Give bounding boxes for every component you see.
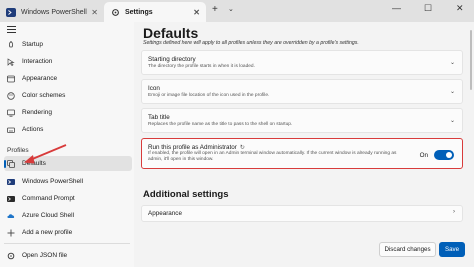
hamburger-menu-icon[interactable] — [7, 26, 16, 35]
powershell-icon — [7, 178, 15, 186]
sidebar-item-actions[interactable]: Actions — [4, 122, 132, 137]
sidebar-item-label: Rendering — [22, 109, 52, 116]
sidebar: Startup Interaction Appearance Color sch… — [0, 22, 134, 267]
sidebar-item-label: Color schemes — [22, 92, 66, 99]
sidebar-item-command-prompt[interactable]: Command Prompt — [4, 191, 132, 206]
sidebar-item-label: Actions — [22, 126, 44, 133]
sidebar-item-label: Add a new profile — [22, 229, 73, 236]
sidebar-item-windows-powershell[interactable]: Windows PowerShell — [4, 174, 132, 189]
sidebar-item-label: Appearance — [22, 75, 58, 82]
tab-label: Settings — [125, 8, 153, 16]
sidebar-item-label: Startup — [22, 41, 43, 48]
setting-starting-directory[interactable]: Starting directory The directory the pro… — [141, 50, 463, 75]
sidebar-item-color-schemes[interactable]: Color schemes — [4, 88, 132, 103]
chevron-down-icon[interactable]: ⌄ — [228, 5, 234, 13]
maximize-button[interactable]: ☐ — [424, 3, 432, 14]
open-json-file-button[interactable]: Open JSON file — [4, 248, 132, 263]
sidebar-item-label: Interaction — [22, 58, 53, 65]
sidebar-item-rendering[interactable]: Rendering — [4, 105, 132, 120]
palette-icon — [7, 75, 15, 83]
tab-settings[interactable]: Settings ✕ — [104, 2, 206, 22]
layers-icon — [7, 159, 15, 168]
sidebar-item-appearance[interactable]: Appearance — [4, 71, 132, 86]
setting-description: Emoji or image file location of the icon… — [148, 93, 270, 98]
sidebar-item-defaults[interactable]: Defaults — [4, 156, 132, 171]
window-close-button[interactable]: ✕ — [456, 3, 464, 14]
toggle-knob — [446, 152, 452, 158]
profiles-heading: Profiles — [7, 147, 29, 154]
close-icon[interactable]: ✕ — [193, 8, 200, 17]
monitor-icon — [7, 109, 15, 117]
keyboard-icon — [7, 126, 15, 134]
powershell-icon — [6, 7, 16, 17]
azure-cloud-icon — [7, 212, 15, 220]
setting-appearance[interactable]: Appearance › — [141, 205, 463, 222]
toggle-label: On — [419, 152, 428, 159]
sidebar-divider — [4, 243, 130, 244]
run-as-admin-toggle[interactable] — [434, 150, 454, 160]
settings-content: Defaults Settings defined here will appl… — [134, 22, 474, 267]
setting-title: Appearance — [148, 210, 182, 217]
title-bar: Windows PowerShell ✕ Settings ✕ + ⌄ — ☐ … — [0, 0, 474, 22]
new-tab-button[interactable]: + — [212, 4, 218, 15]
command-prompt-icon — [7, 195, 15, 203]
chevron-down-icon: ⌄ — [449, 89, 455, 95]
rocket-icon — [7, 40, 15, 49]
chevron-down-icon: ⌄ — [449, 118, 455, 124]
gear-icon — [110, 8, 120, 17]
setting-description: Replaces the profile name as the title t… — [148, 122, 293, 127]
setting-title: Tab title — [148, 114, 170, 121]
section-title: Additional settings — [143, 189, 229, 200]
admin-title-text: Run this profile as Administrator — [148, 144, 237, 151]
tab-windows-powershell[interactable]: Windows PowerShell ✕ — [0, 2, 104, 22]
setting-title: Run this profile as Administrator ↻ — [148, 144, 245, 151]
cursor-icon — [7, 57, 15, 66]
open-json-label: Open JSON file — [22, 252, 68, 259]
page-description: Settings defined here will apply to all … — [143, 40, 359, 46]
sidebar-item-add-new-profile[interactable]: Add a new profile — [4, 225, 132, 240]
chevron-right-icon: › — [453, 209, 455, 215]
sidebar-item-label: Defaults — [22, 160, 46, 167]
page-title: Defaults — [143, 25, 199, 41]
setting-title: Starting directory — [148, 56, 196, 63]
setting-icon[interactable]: Icon Emoji or image file location of the… — [141, 79, 463, 104]
sidebar-item-label: Azure Cloud Shell — [22, 212, 75, 219]
settings-gear-icon — [7, 252, 15, 260]
sidebar-item-label: Windows PowerShell — [22, 178, 84, 185]
tab-label: Windows PowerShell — [21, 8, 87, 16]
minimize-button[interactable]: — — [392, 3, 401, 13]
sidebar-item-azure-cloud-shell[interactable]: Azure Cloud Shell — [4, 208, 132, 223]
setting-description: If enabled, the profile will open in an … — [148, 151, 397, 163]
scrollbar[interactable] — [470, 30, 472, 90]
save-button[interactable]: Save — [439, 242, 465, 257]
sidebar-item-interaction[interactable]: Interaction — [4, 54, 132, 69]
discard-changes-button[interactable]: Discard changes — [379, 242, 436, 257]
setting-tab-title[interactable]: Tab title Replaces the profile name as t… — [141, 108, 463, 133]
close-icon[interactable]: ✕ — [91, 8, 98, 17]
setting-run-as-administrator: Run this profile as Administrator ↻ If en… — [141, 138, 463, 169]
color-palette-icon — [7, 91, 15, 100]
setting-description: The directory the profile starts in when… — [148, 64, 255, 69]
plus-icon — [7, 229, 15, 237]
sidebar-item-label: Command Prompt — [22, 195, 75, 202]
chevron-down-icon: ⌄ — [449, 60, 455, 66]
sidebar-item-startup[interactable]: Startup — [4, 37, 132, 52]
setting-title: Icon — [148, 85, 160, 92]
